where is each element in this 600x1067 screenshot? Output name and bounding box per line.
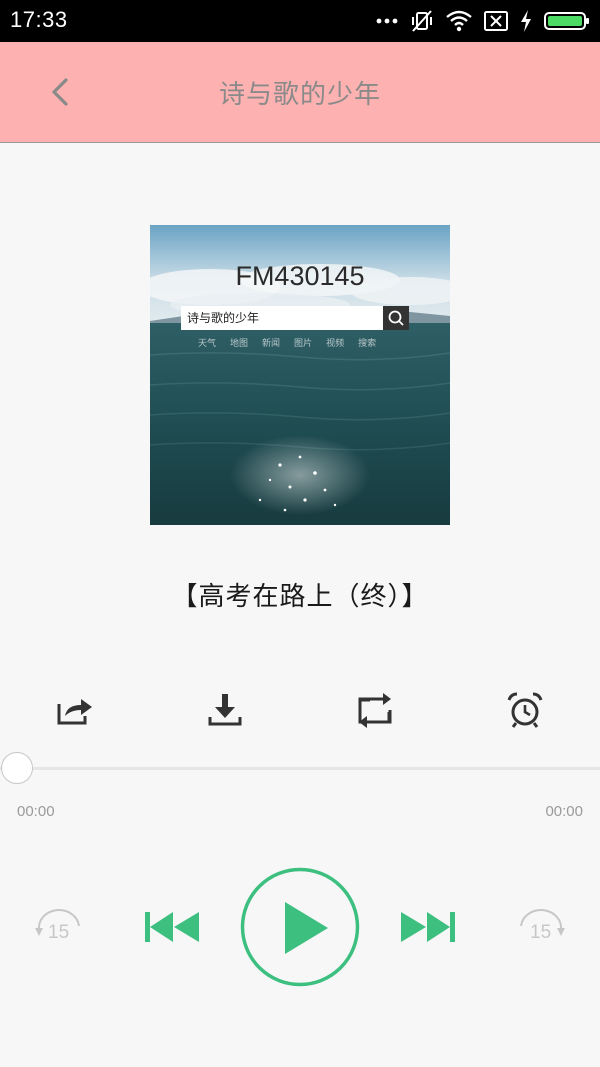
- repeat-icon: [358, 693, 392, 728]
- progress-bar[interactable]: [0, 767, 600, 770]
- wifi-icon: [446, 10, 472, 32]
- charging-bolt-icon: [521, 10, 531, 32]
- forward-15-button[interactable]: 15: [515, 908, 567, 948]
- cover-category: 搜索: [358, 339, 377, 349]
- rewind-seconds: 15: [48, 922, 70, 943]
- page-title: 诗与歌的少年: [218, 80, 381, 110]
- more-dots-icon: [376, 18, 398, 24]
- play-button[interactable]: [240, 867, 360, 987]
- previous-track-button[interactable]: [143, 910, 201, 944]
- alarm-clock-icon: [507, 692, 543, 728]
- repeat-button[interactable]: [355, 690, 395, 730]
- cover-category: 视频: [326, 339, 345, 349]
- cover-category: 图片: [294, 339, 313, 349]
- cover-search-box: 诗与歌的少年: [181, 306, 389, 330]
- battery-icon: [544, 12, 589, 30]
- elapsed-time: 00:00: [17, 803, 55, 820]
- cover-category: 地图: [230, 339, 249, 349]
- sim-x-icon: [484, 11, 508, 31]
- status-icons: [376, 8, 590, 34]
- track-title: 【高考在路上（终）】: [171, 582, 429, 612]
- share-icon: [57, 699, 92, 725]
- mute-vibrate-icon: [412, 10, 432, 32]
- cover-fm-code: FM430145: [235, 261, 365, 291]
- app-bar: 诗与歌的少年: [0, 42, 600, 143]
- download-button[interactable]: [205, 690, 245, 730]
- progress-thumb[interactable]: [1, 752, 33, 784]
- play-icon: [240, 867, 360, 987]
- cover-category: 天气: [198, 339, 217, 349]
- status-time: 17:33: [10, 7, 68, 32]
- cover-category: 新闻: [262, 339, 281, 349]
- search-icon: [388, 310, 404, 326]
- share-button[interactable]: [55, 690, 95, 730]
- skip-next-icon: [401, 912, 455, 942]
- cover-categories: 天气 地图 新闻 图片 视频 搜索: [198, 336, 376, 349]
- action-bar: [0, 690, 600, 730]
- status-bar: 17:33: [0, 0, 600, 42]
- rewind-15-button[interactable]: 15: [33, 908, 85, 948]
- album-cover: FM430145 诗与歌的少年 天气 地图 新闻 图片 视频 搜索: [150, 225, 450, 525]
- forward-seconds: 15: [530, 922, 552, 943]
- skip-previous-icon: [145, 912, 199, 942]
- cover-search-button: [383, 306, 409, 330]
- next-track-button[interactable]: [399, 910, 457, 944]
- alarm-timer-button[interactable]: [505, 690, 545, 730]
- download-icon: [208, 694, 242, 726]
- total-time: 00:00: [545, 803, 583, 820]
